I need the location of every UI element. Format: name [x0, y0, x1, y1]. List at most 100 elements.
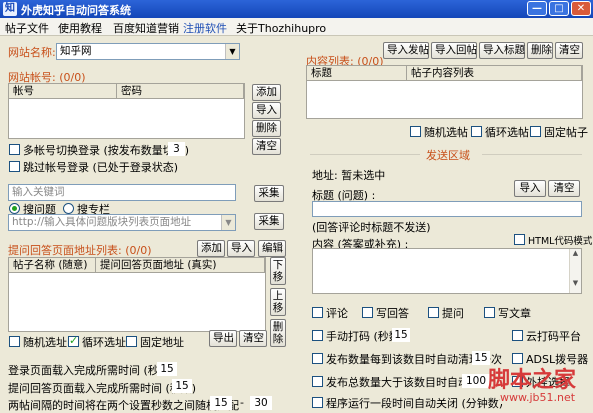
html-mode-checkbox[interactable]	[514, 234, 525, 245]
title-clear-button[interactable]: 清空	[548, 180, 580, 197]
collect-keyword-button[interactable]: 采集	[254, 185, 284, 202]
interval-to-value[interactable]: 30	[250, 396, 272, 410]
move-down-button[interactable]: 下移	[270, 257, 286, 285]
account-add-button[interactable]: 添加	[252, 84, 281, 101]
url-list-import-button[interactable]: 导入	[227, 240, 255, 257]
minimize-button[interactable]: —	[527, 1, 547, 16]
menu-item-tutorial[interactable]: 使用教程	[58, 20, 102, 36]
url-list-edit-button[interactable]: 编辑	[258, 240, 286, 257]
multi-account-checkbox[interactable]	[9, 144, 20, 155]
content-clear-button[interactable]: 清空	[555, 42, 583, 59]
address-label: 地址: 暂未选中	[312, 169, 386, 182]
account-column-header: 帐号	[9, 84, 117, 99]
cloud-captcha-label: 云打码平台	[526, 330, 581, 343]
cloud-captcha-checkbox[interactable]	[512, 330, 523, 341]
multi-account-label: 多帐号切换登录 (按发布数量切换)	[23, 144, 190, 157]
answer-wait-value[interactable]: 15	[172, 379, 192, 393]
ask-question-checkbox[interactable]	[428, 307, 439, 318]
search-question-radio[interactable]	[9, 203, 20, 214]
random-site-label: 随机选址	[23, 336, 67, 349]
menu-item-about[interactable]: 关于Thozhihupro	[236, 20, 326, 36]
send-area-label: 发送区域	[426, 149, 470, 162]
fixed-post-checkbox[interactable]	[530, 126, 541, 137]
write-answer-checkbox[interactable]	[362, 307, 373, 318]
comment-label: 评论	[326, 307, 348, 320]
interval-separator: -	[240, 396, 244, 409]
loop-post-checkbox[interactable]	[471, 126, 482, 137]
content-textarea[interactable]: ▲ ▼	[312, 248, 582, 294]
ask-question-label: 提问	[442, 307, 464, 320]
app-icon: 知	[3, 2, 17, 16]
html-mode-label: HTML代码模式	[528, 236, 593, 247]
url-clear-button[interactable]: 清空	[239, 330, 267, 347]
login-wait-label: 登录页面载入完成所需时间 (秒数)	[8, 364, 175, 377]
menu-item-register[interactable]: 注册软件	[183, 20, 227, 36]
collect-url-button[interactable]: 采集	[254, 213, 284, 230]
write-article-label: 写文章	[498, 307, 531, 320]
url-placeholder: http://输入具体问题版块列表页面地址	[12, 216, 192, 228]
manual-captcha-checkbox[interactable]	[312, 330, 323, 341]
password-column-header: 密码	[117, 84, 244, 99]
url-list-add-button[interactable]: 添加	[197, 240, 225, 257]
fixed-post-label: 固定帖子	[544, 126, 588, 139]
skip-login-checkbox[interactable]	[9, 161, 20, 172]
title-import-button[interactable]: 导入	[514, 180, 546, 197]
random-post-label: 随机选帖	[424, 126, 468, 139]
send-area-divider-left	[310, 154, 420, 155]
menu-item-baidu[interactable]: 百度知道营销	[113, 20, 179, 36]
url-delete-button[interactable]: 删除	[270, 319, 286, 347]
watermark-logo: 脚本之家	[488, 368, 577, 393]
content-list-table[interactable]: 标题 帖子内容列表	[306, 65, 583, 119]
move-up-button[interactable]: 上移	[270, 288, 286, 316]
skip-login-label: 跳过帐号登录 (已处于登录状态)	[23, 161, 179, 174]
import-title-button[interactable]: 导入标题	[479, 42, 525, 59]
login-wait-value[interactable]: 15	[157, 362, 177, 376]
auto-stop-value[interactable]: 100	[462, 374, 490, 388]
answer-wait-label: 提问回答页面载入完成所需时间 (秒数)	[8, 382, 197, 395]
random-post-checkbox[interactable]	[410, 126, 421, 137]
account-table[interactable]: 帐号 密码	[8, 83, 245, 139]
send-area-divider-right	[482, 154, 582, 155]
menu-item-file[interactable]: 帖子文件	[5, 20, 49, 36]
auto-clear-checkbox[interactable]	[312, 353, 323, 364]
manual-captcha-value[interactable]: 15	[392, 328, 410, 342]
account-clear-button[interactable]: 清空	[252, 138, 281, 155]
content-delete-button[interactable]: 删除	[527, 42, 553, 59]
fixed-site-checkbox[interactable]	[126, 336, 137, 347]
import-post-button[interactable]: 导入发帖	[383, 42, 429, 59]
site-name-select[interactable]: 知乎网 ▼	[56, 43, 240, 60]
chevron-down-icon[interactable]: ▼	[221, 215, 235, 230]
post-name-column-header: 帖子名称 (随意)	[9, 258, 96, 273]
auto-close-checkbox[interactable]	[312, 397, 323, 408]
account-import-button[interactable]: 导入	[252, 102, 281, 119]
url-list-table[interactable]: 帖子名称 (随意) 提问回答页面地址 (真实)	[8, 257, 266, 332]
write-article-checkbox[interactable]	[484, 307, 495, 318]
scroll-up-icon[interactable]: ▲	[570, 249, 581, 257]
random-site-checkbox[interactable]	[9, 336, 20, 347]
account-delete-button[interactable]: 删除	[252, 120, 281, 137]
maximize-button[interactable]: □	[549, 1, 569, 16]
auto-close-label: 程序运行一段时间自动关闭 (分钟数)	[326, 397, 504, 410]
auto-stop-checkbox[interactable]	[312, 376, 323, 387]
multi-account-count[interactable]: 3	[168, 142, 185, 156]
content-scrollbar[interactable]: ▲ ▼	[569, 249, 581, 293]
title-input[interactable]	[312, 201, 582, 217]
write-answer-label: 写回答	[376, 307, 409, 320]
chevron-down-icon[interactable]: ▼	[225, 44, 239, 59]
url-export-button[interactable]: 导出	[209, 330, 237, 347]
keyword-input[interactable]: 输入关键词	[8, 184, 236, 201]
url-input[interactable]: http://输入具体问题版块列表页面地址 ▼	[8, 214, 236, 231]
loop-post-label: 循环选帖	[485, 126, 529, 139]
interval-from-value[interactable]: 15	[210, 396, 232, 410]
watermark-url: www.jb51.net	[500, 391, 576, 404]
import-reply-button[interactable]: 导入回帖	[431, 42, 477, 59]
fixed-site-label: 固定地址	[140, 336, 184, 349]
scroll-down-icon[interactable]: ▼	[570, 279, 581, 287]
close-button[interactable]: ✕	[571, 1, 591, 16]
site-name-label: 网站名称:	[8, 46, 56, 59]
search-column-radio[interactable]	[63, 203, 74, 214]
comment-checkbox[interactable]	[312, 307, 323, 318]
content-column-header: 帖子内容列表	[407, 66, 582, 81]
loop-site-checkbox[interactable]	[68, 334, 79, 347]
page-url-column-header: 提问回答页面地址 (真实)	[96, 258, 265, 273]
